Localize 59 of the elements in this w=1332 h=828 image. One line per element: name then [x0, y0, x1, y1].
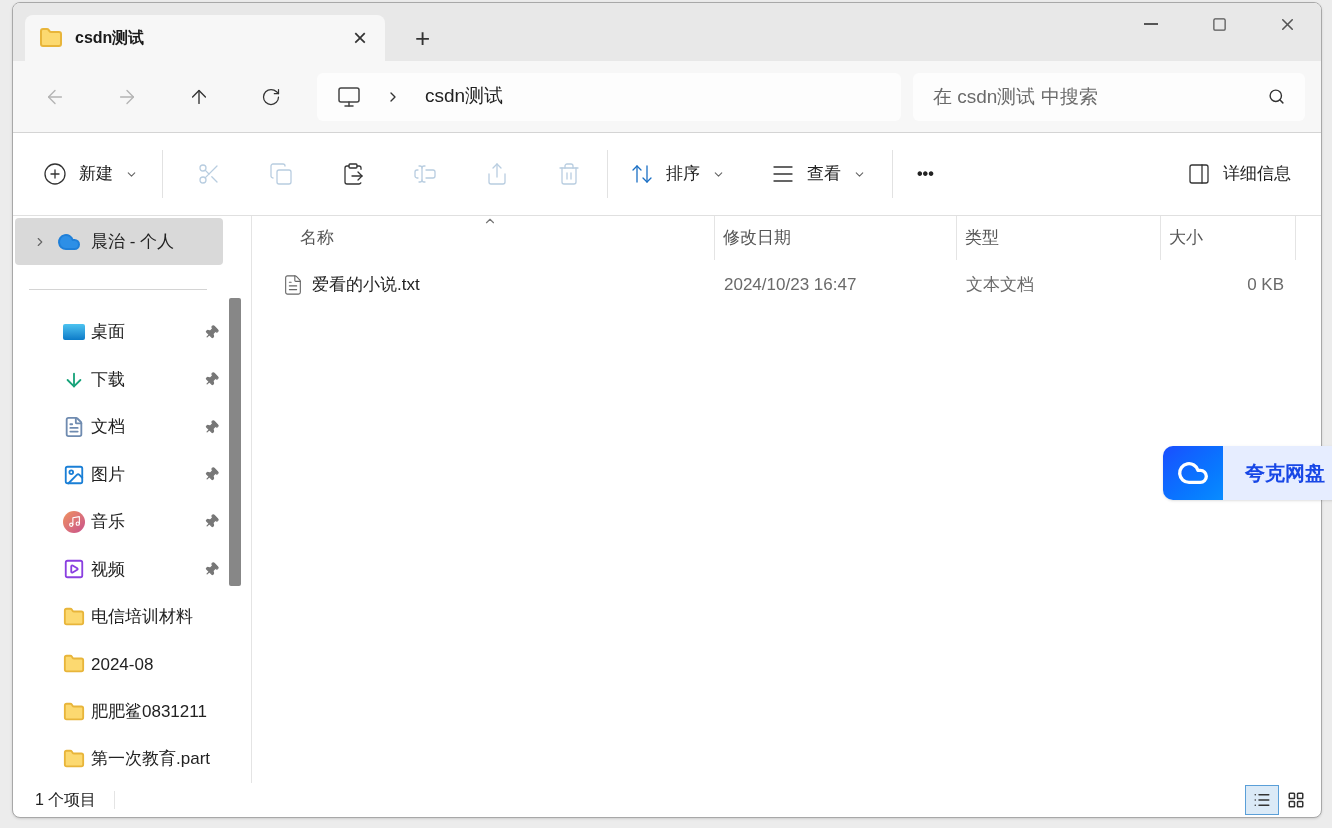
tiles-view-icon [1287, 791, 1305, 809]
details-button[interactable]: 详细信息 [1187, 152, 1291, 196]
column-header[interactable]: 大小 [1160, 216, 1296, 260]
text-file-icon [282, 274, 304, 296]
column-header[interactable]: 类型 [956, 216, 1160, 260]
column-header[interactable]: 名称 [252, 216, 714, 260]
sidebar-item[interactable]: 图片 [13, 450, 223, 499]
file-size: 0 KB [1246, 274, 1284, 297]
tab-title: csdn测试 [75, 28, 146, 48]
file-date: 2024/10/23 16:47 [723, 274, 858, 297]
cloud-drive-widget[interactable]: 夸克网盘 [1163, 446, 1332, 500]
plus-circle-icon [43, 162, 67, 186]
sidebar-item[interactable]: 肥肥鲨0831211 [13, 688, 223, 736]
sidebar-item[interactable]: 文档 [13, 403, 223, 451]
folder-icon [63, 700, 85, 723]
rename-icon [413, 162, 437, 186]
onedrive-item[interactable]: 晨治 - 个人 [15, 218, 223, 266]
search-icon [1268, 87, 1285, 105]
column-header[interactable]: 修改日期 [714, 216, 956, 260]
view-button[interactable]: 查看 [771, 152, 866, 196]
minimize-icon [1144, 23, 1158, 25]
desktop-icon [63, 324, 85, 341]
video-icon [63, 558, 85, 581]
share-icon [485, 162, 509, 186]
maximize-icon [1211, 16, 1227, 32]
copy-icon [269, 162, 293, 186]
folder-icon [63, 605, 85, 628]
sort-button[interactable]: 排序 [630, 152, 725, 196]
paste-icon [341, 162, 365, 186]
picture-icon [63, 463, 85, 486]
folder-icon [39, 26, 63, 50]
computer-icon [337, 84, 361, 109]
sidebar-item[interactable]: 电信培训材料 [13, 593, 223, 641]
file-type: 文本文档 [965, 274, 1035, 297]
delete-icon [557, 162, 581, 186]
sidebar-item[interactable]: 2024-08 [13, 640, 223, 689]
sidebar-item[interactable]: 下载 [13, 355, 223, 404]
sidebar-item[interactable]: 第一次教育.part [13, 735, 223, 783]
refresh-icon [261, 86, 281, 107]
scrollbar[interactable] [229, 298, 241, 586]
details-view-icon [1253, 791, 1271, 809]
file-name: 爱看的小说.txt [312, 274, 420, 297]
music-icon [63, 510, 85, 533]
sidebar-item[interactable]: 视频 [13, 545, 223, 594]
search-field[interactable]: 在 csdn测试 中搜索 [913, 72, 1305, 121]
more-button[interactable]: ••• [915, 152, 936, 196]
close-tab-button[interactable]: × [349, 26, 371, 50]
item-count: 1 个项目 [35, 790, 97, 810]
new-tab-button[interactable]: + [415, 25, 431, 51]
details-pane-icon [1187, 162, 1211, 186]
sidebar-item[interactable]: 音乐 [13, 498, 223, 546]
sidebar-item[interactable]: 桌面 [13, 308, 223, 356]
breadcrumb-item[interactable]: csdn测试 [425, 82, 504, 111]
address-bar[interactable]: csdn测试 [317, 72, 901, 121]
file-row[interactable]: 爱看的小说.txt 2024/10/23 16:47 文本文档 0 KB [252, 260, 1321, 310]
document-icon [63, 416, 85, 439]
window-tab[interactable]: csdn测试 × [25, 15, 385, 61]
details-view-button[interactable] [1245, 785, 1279, 815]
new-button[interactable]: 新建 [43, 152, 138, 196]
